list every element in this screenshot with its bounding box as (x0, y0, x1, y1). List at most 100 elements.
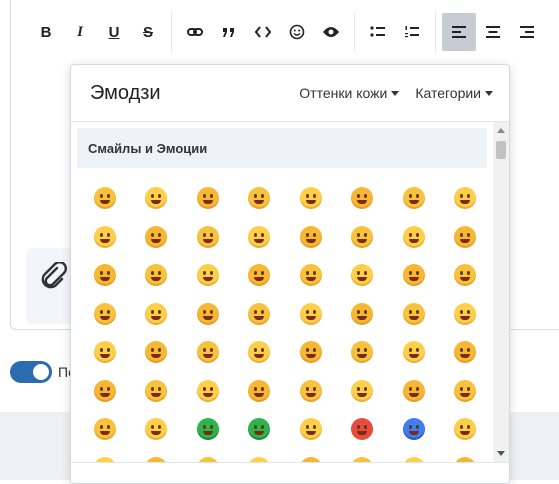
emoji-cell[interactable] (79, 341, 131, 364)
scroll-thumb[interactable] (496, 141, 506, 159)
emoji-cell[interactable] (285, 302, 337, 325)
emoji-cell[interactable] (182, 187, 234, 210)
emoji-cell[interactable] (234, 187, 286, 210)
emoji-cell[interactable] (285, 341, 337, 364)
emoji-cell[interactable] (131, 264, 183, 287)
emoji-cell[interactable] (182, 379, 234, 402)
align-center-icon (486, 26, 500, 38)
emoji-cell[interactable] (388, 341, 440, 364)
emoji-cell[interactable] (388, 225, 440, 248)
emoji-cell[interactable] (79, 302, 131, 325)
emoji-cell[interactable] (285, 187, 337, 210)
emoji-cell[interactable] (182, 341, 234, 364)
numbered-list-button[interactable] (395, 13, 429, 51)
emoji-face-icon (196, 341, 219, 364)
link-icon (187, 28, 203, 36)
emoji-cell[interactable] (182, 225, 234, 248)
emoji-cell[interactable] (285, 379, 337, 402)
emoji-face-icon (351, 302, 374, 325)
emoji-cell[interactable] (388, 379, 440, 402)
emoji-cell[interactable] (337, 225, 389, 248)
skin-tones-label: Оттенки кожи (299, 85, 388, 101)
emoji-face-icon (351, 264, 374, 287)
emoji-cell[interactable] (388, 302, 440, 325)
emoji-face-icon (454, 187, 477, 210)
emoji-cell[interactable] (79, 379, 131, 402)
emoji-cell[interactable] (79, 264, 131, 287)
emoji-cell[interactable] (234, 302, 286, 325)
emoji-cell[interactable] (337, 341, 389, 364)
emoji-cell[interactable] (131, 302, 183, 325)
emoji-cell[interactable] (440, 187, 492, 210)
emoji-cell[interactable] (337, 187, 389, 210)
toolbar-divider (435, 13, 436, 51)
align-right-button[interactable] (510, 13, 544, 51)
emoji-face-icon (248, 187, 271, 210)
italic-icon: I (77, 23, 83, 40)
emoji-cell[interactable] (131, 418, 183, 441)
emoji-cell[interactable] (79, 418, 131, 441)
emoji-cell[interactable] (337, 264, 389, 287)
emoji-cell[interactable] (234, 418, 286, 441)
emoji-cell[interactable] (79, 187, 131, 210)
emoji-cell[interactable] (440, 264, 492, 287)
align-left-button[interactable] (442, 13, 476, 51)
emoji-cell[interactable] (131, 379, 183, 402)
emoji-cell[interactable] (337, 302, 389, 325)
emoji-cell[interactable] (337, 379, 389, 402)
emoji-face-icon (299, 225, 322, 248)
emoji-face-icon (93, 187, 116, 210)
emoji-cell[interactable] (79, 225, 131, 248)
emoji-cell[interactable] (440, 379, 492, 402)
underline-button[interactable]: U (97, 13, 131, 51)
emoji-cell[interactable] (234, 264, 286, 287)
emoji-face-icon (454, 302, 477, 325)
emoji-cell[interactable] (285, 418, 337, 441)
emoji-cell[interactable] (131, 341, 183, 364)
option-toggle[interactable] (10, 361, 52, 383)
categories-dropdown[interactable]: Категории (415, 85, 493, 101)
category-header: Смайлы и Эмоции (77, 128, 487, 168)
align-center-button[interactable] (476, 13, 510, 51)
emoji-cell[interactable] (285, 264, 337, 287)
emoji-scrollbar[interactable] (493, 122, 509, 462)
emoji-cell[interactable] (131, 187, 183, 210)
strikethrough-button[interactable]: S (131, 13, 165, 51)
emoji-cell[interactable] (234, 225, 286, 248)
emoji-cell[interactable] (285, 225, 337, 248)
bullet-list-button[interactable] (361, 13, 395, 51)
emoji-cell[interactable] (440, 418, 492, 441)
emoji-face-icon (248, 341, 271, 364)
scroll-up-icon[interactable] (497, 128, 505, 133)
emoji-face-icon (299, 379, 322, 402)
emoji-face-icon (454, 379, 477, 402)
emoji-cell[interactable] (388, 187, 440, 210)
scroll-down-icon[interactable] (497, 451, 505, 456)
emoji-button[interactable] (280, 13, 314, 51)
emoji-cell[interactable] (440, 225, 492, 248)
emoji-grid (79, 179, 495, 462)
emoji-cell[interactable] (182, 264, 234, 287)
code-button[interactable] (246, 13, 280, 51)
emoji-face-icon (196, 264, 219, 287)
link-button[interactable] (178, 13, 212, 51)
emoji-face-icon (145, 264, 168, 287)
emoji-cell[interactable] (388, 264, 440, 287)
emoji-cell[interactable] (131, 225, 183, 248)
emoji-cell[interactable] (388, 418, 440, 441)
emoji-cell[interactable] (440, 302, 492, 325)
preview-button[interactable] (314, 13, 348, 51)
emoji-cell[interactable] (182, 302, 234, 325)
emoji-cell[interactable] (440, 341, 492, 364)
italic-button[interactable]: I (63, 13, 97, 51)
emoji-cell[interactable] (234, 379, 286, 402)
emoji-picker-title: Эмодзи (90, 81, 161, 104)
bold-button[interactable]: B (29, 13, 63, 51)
emoji-cell[interactable] (337, 418, 389, 441)
skin-tones-dropdown[interactable]: Оттенки кожи (299, 85, 400, 101)
emoji-cell[interactable] (234, 341, 286, 364)
quote-button[interactable] (212, 13, 246, 51)
categories-label: Категории (415, 85, 481, 101)
caret-down-icon (485, 90, 493, 96)
emoji-cell[interactable] (182, 418, 234, 441)
